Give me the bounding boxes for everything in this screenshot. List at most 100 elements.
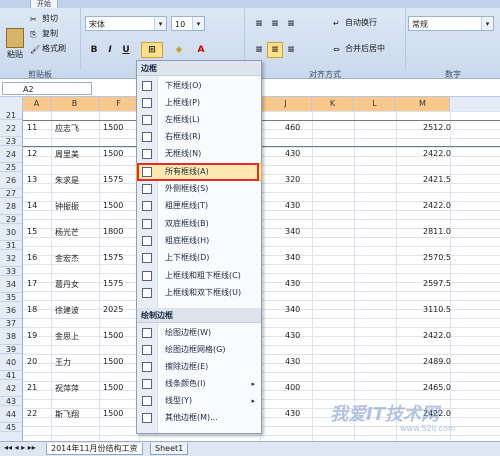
row-header[interactable]: 30 (0, 224, 22, 241)
cell-j[interactable]: 430 (285, 279, 300, 288)
format-painter-button[interactable]: 🖌 格式刷 (30, 42, 66, 56)
cell-f[interactable]: 1500 (103, 201, 123, 210)
row-header[interactable]: 27 (0, 189, 22, 198)
cell-b[interactable]: 祝萍萍 (55, 383, 79, 394)
row-header[interactable]: 37 (0, 319, 22, 328)
cell-j[interactable]: 340 (285, 253, 300, 262)
cell-m[interactable]: 2597.5 (423, 279, 451, 288)
name-box[interactable]: A2 (2, 82, 92, 95)
column-header-f[interactable]: F (99, 97, 139, 111)
row-header[interactable]: 31 (0, 241, 22, 250)
cell-m[interactable]: 2465.0 (423, 383, 451, 392)
row-header[interactable]: 23 (0, 137, 22, 146)
menu-item-border-2[interactable]: 左框线(L) (137, 112, 261, 128)
menu-item-border-6[interactable]: 外侧框线(S) (137, 181, 261, 197)
row-header[interactable]: 39 (0, 345, 22, 354)
cell-j[interactable]: 430 (285, 201, 300, 210)
cell-f[interactable]: 1575 (103, 279, 123, 288)
menu-item-draw-1[interactable]: 绘图边框网格(G) (137, 342, 261, 358)
select-all-corner[interactable] (0, 97, 23, 111)
row-header[interactable]: 44 (0, 406, 22, 423)
cell-f[interactable]: 2025 (103, 305, 123, 314)
sheet-tab-sheet1[interactable]: Sheet1 (150, 443, 189, 455)
cell-f[interactable]: 1575 (103, 253, 123, 262)
column-header-l[interactable]: L (354, 97, 396, 111)
fill-color-button[interactable]: ◈ (171, 42, 187, 58)
cell-a[interactable]: 17 (27, 279, 37, 288)
row-header[interactable]: 36 (0, 302, 22, 319)
paste-button[interactable]: 粘贴 (4, 28, 26, 59)
column-header-k[interactable]: K (312, 97, 354, 111)
cell-a[interactable]: 13 (27, 175, 37, 184)
cell-j[interactable]: 400 (285, 383, 300, 392)
cell-j[interactable]: 430 (285, 331, 300, 340)
cell-a[interactable]: 16 (27, 253, 37, 262)
tab-home[interactable]: 开始 (30, 0, 58, 8)
bold-button[interactable]: B (86, 42, 102, 58)
row-header[interactable]: 33 (0, 267, 22, 276)
cell-a[interactable]: 11 (27, 123, 37, 132)
cell-a[interactable]: 14 (27, 201, 37, 210)
cell-m[interactable]: 2421.5 (423, 175, 451, 184)
cell-a[interactable]: 22 (27, 409, 37, 418)
cell-a[interactable]: 20 (27, 357, 37, 366)
cell-b[interactable]: 朱求是 (55, 175, 79, 186)
cell-b[interactable]: 金宏杰 (55, 253, 79, 264)
cell-b[interactable]: 王力 (55, 357, 71, 368)
menu-item-draw-3[interactable]: 线条颜色(I) ▸ (137, 376, 261, 392)
cell-j[interactable]: 340 (285, 227, 300, 236)
cell-a[interactable]: 12 (27, 149, 37, 158)
column-header-j[interactable]: J (260, 97, 312, 111)
cell-m[interactable]: 3110.5 (423, 305, 451, 314)
cell-f[interactable]: 1500 (103, 331, 123, 340)
cell-j[interactable]: 460 (285, 123, 300, 132)
cell-a[interactable]: 18 (27, 305, 37, 314)
cell-b[interactable]: 钟振振 (55, 201, 79, 212)
cell-j[interactable]: 430 (285, 357, 300, 366)
cell-m[interactable]: 2811.0 (423, 227, 451, 236)
row-header[interactable]: 40 (0, 354, 22, 371)
cell-a[interactable]: 15 (27, 227, 37, 236)
row-header[interactable]: 43 (0, 397, 22, 406)
cut-button[interactable]: ✂ 剪切 (30, 12, 58, 26)
cell-f[interactable]: 1500 (103, 149, 123, 158)
row-header[interactable]: 41 (0, 371, 22, 380)
cell-m[interactable]: 2570.5 (423, 253, 451, 262)
cell-m[interactable]: 2422.0 (423, 149, 451, 158)
number-format-select[interactable]: 常规 ▾ (408, 16, 494, 31)
menu-item-border-9[interactable]: 粗底框线(H) (137, 233, 261, 249)
copy-button[interactable]: ⎘ 复制 (30, 27, 58, 41)
cell-b[interactable]: 金思上 (55, 331, 79, 342)
merge-center-button[interactable]: ⇔ 合并后居中 (333, 42, 385, 56)
cell-f[interactable]: 1500 (103, 409, 123, 418)
italic-button[interactable]: I (102, 42, 118, 58)
row-header[interactable]: 28 (0, 198, 22, 215)
cell-b[interactable]: 应志飞 (55, 123, 79, 134)
column-header-m[interactable]: M (396, 97, 450, 111)
sheet-tab-salary[interactable]: 2014年11月份结构工资 (46, 443, 143, 455)
cell-j[interactable]: 320 (285, 175, 300, 184)
font-size-select[interactable]: 10 ▾ (171, 16, 205, 31)
cell-a[interactable]: 19 (27, 331, 37, 340)
cell-a[interactable]: 21 (27, 383, 37, 392)
align-right-icon[interactable]: ≡ (283, 42, 299, 58)
row-header[interactable]: 32 (0, 250, 22, 267)
row-header[interactable]: 25 (0, 163, 22, 172)
align-center-icon[interactable]: ≡ (267, 42, 283, 58)
row-header[interactable]: 45 (0, 423, 22, 432)
cell-j[interactable]: 340 (285, 305, 300, 314)
align-top-icon[interactable]: ≡ (251, 16, 267, 32)
cell-f[interactable]: 1575 (103, 175, 123, 184)
row-header[interactable]: 26 (0, 172, 22, 189)
cell-j[interactable]: 430 (285, 149, 300, 158)
cell-b[interactable]: 杨光芒 (55, 227, 79, 238)
cell-b[interactable]: 斯飞翔 (55, 409, 79, 420)
row-header[interactable]: 35 (0, 293, 22, 302)
row-header[interactable]: 42 (0, 380, 22, 397)
cell-m[interactable]: 2489.0 (423, 357, 451, 366)
wrap-text-button[interactable]: ↵ 自动换行 (333, 16, 377, 30)
cell-m[interactable]: 2422.0 (423, 331, 451, 340)
align-bottom-icon[interactable]: ≡ (283, 16, 299, 32)
menu-item-border-0[interactable]: 下框线(O) (137, 78, 261, 94)
row-header[interactable]: 22 (0, 120, 22, 137)
